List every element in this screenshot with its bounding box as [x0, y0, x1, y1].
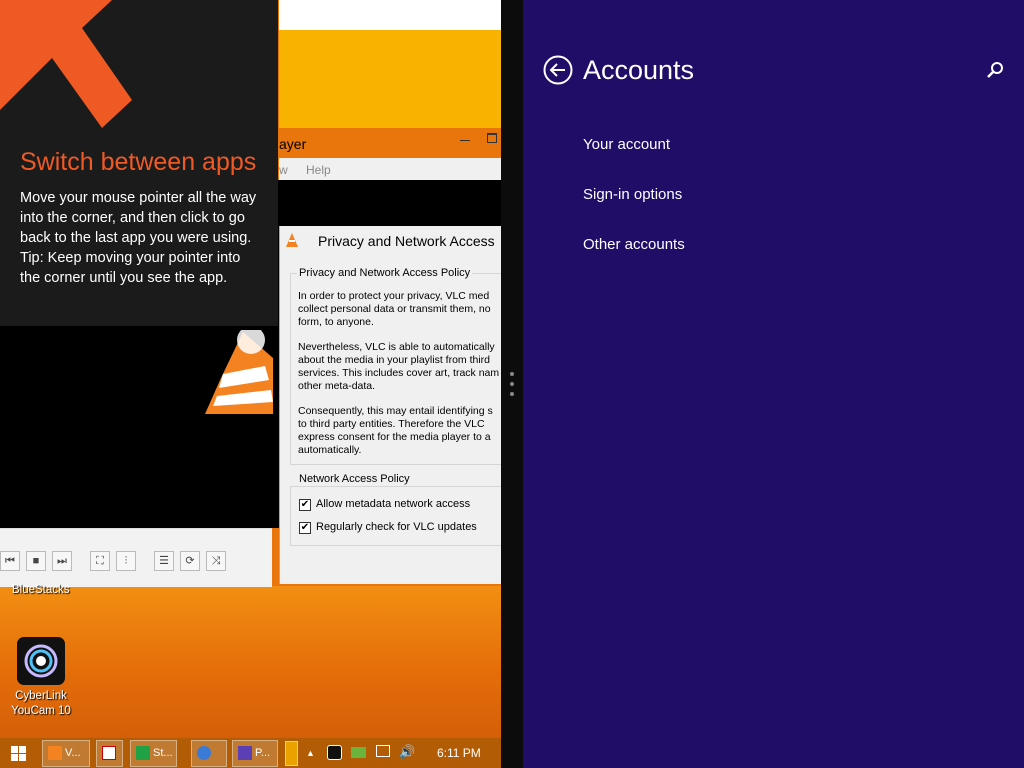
extended-settings-button[interactable]: ⫶: [116, 551, 136, 571]
taskbar-vlc-label: V...: [65, 747, 81, 759]
fullscreen-button[interactable]: ⛶: [90, 551, 110, 571]
nav-other-accounts[interactable]: Other accounts: [583, 236, 685, 253]
back-arrow-icon[interactable]: [543, 55, 573, 85]
privacy-policy-group-label: Privacy and Network Access Policy: [297, 267, 473, 279]
menu-help[interactable]: Help: [306, 163, 331, 177]
bluestacks-tray-icon[interactable]: [351, 747, 366, 758]
menu-view[interactable]: w: [279, 163, 288, 177]
vlc-window-title: ayer: [279, 136, 307, 152]
policy-paragraph-3: Consequently, this may entail identifyin…: [298, 405, 493, 456]
youcam-label-line2: YouCam 10: [11, 705, 71, 717]
network-policy-group-label: Network Access Policy: [297, 473, 412, 485]
divider-grip-dot: [510, 392, 514, 396]
vlc-titlebar[interactable]: [279, 0, 501, 30]
vlc-updates-checkbox[interactable]: ✔: [299, 522, 311, 534]
wallpaper-bottom: [0, 586, 501, 738]
taskbar-u-app-button[interactable]: [96, 740, 123, 767]
stop-button[interactable]: ■: [26, 551, 46, 571]
vlc-icon: [286, 233, 298, 247]
minimize-button[interactable]: [460, 140, 470, 141]
bluestacks-taskbar-icon[interactable]: [285, 741, 298, 766]
maximize-button[interactable]: [487, 133, 497, 143]
taskbar-store-button[interactable]: St...: [130, 740, 177, 767]
privacy-policy-text: In order to protect your privacy, VLC me…: [298, 290, 501, 469]
shuffle-button[interactable]: ⤨: [206, 551, 226, 571]
taskbar-pc-settings-button[interactable]: P...: [232, 740, 278, 767]
network-policy-group: [290, 486, 502, 546]
store-icon: [136, 746, 150, 761]
show-hidden-icons-icon[interactable]: ▲: [306, 748, 315, 758]
brightness-icon: [197, 746, 211, 761]
taskbar-vlc-button[interactable]: V...: [42, 740, 90, 767]
tip-body: Move your mouse pointer all the way into…: [20, 188, 260, 288]
tip-hint: Tip: Keep moving your pointer into the c…: [20, 250, 241, 286]
dialog-title: Privacy and Network Access: [318, 233, 495, 249]
accounts-settings-pane: [523, 0, 1024, 768]
search-icon[interactable]: [985, 60, 1005, 80]
youcam-desktop-label[interactable]: CyberLink YouCam 10: [8, 689, 74, 719]
next-button[interactable]: ⏭: [52, 551, 72, 571]
taskbar-store-label: St...: [153, 747, 173, 759]
tip-title: Switch between apps: [20, 148, 257, 176]
policy-paragraph-2: Nevertheless, VLC is able to automatical…: [298, 341, 500, 392]
playlist-button[interactable]: ☰: [154, 551, 174, 571]
page-title: Accounts: [583, 55, 695, 85]
tip-instruction: Move your mouse pointer all the way into…: [20, 190, 257, 246]
app-u-icon: [102, 746, 116, 761]
vlc-updates-label[interactable]: Regularly check for VLC updates: [316, 521, 477, 533]
metadata-access-checkbox[interactable]: ✔: [299, 499, 311, 511]
nav-sign-in-options[interactable]: Sign-in options: [583, 186, 682, 203]
policy-paragraph-1: In order to protect your privacy, VLC me…: [298, 290, 491, 328]
youcam-icon[interactable]: [17, 637, 65, 685]
loop-button[interactable]: ⟳: [180, 551, 200, 571]
volume-icon[interactable]: 🔊: [399, 744, 415, 760]
divider-grip-dot: [510, 372, 514, 376]
network-icon[interactable]: [376, 745, 390, 757]
divider-grip-dot: [510, 382, 514, 386]
taskbar-clock[interactable]: 6:11 PM: [437, 746, 481, 760]
taskbar-settings-label: P...: [255, 747, 271, 759]
app-tray-icon[interactable]: [327, 745, 342, 760]
windows-start-icon[interactable]: [11, 746, 26, 761]
vlc-cone-icon: [205, 330, 273, 414]
taskbar-brightness-button[interactable]: [191, 740, 227, 767]
vlc-icon: [48, 746, 62, 761]
previous-button[interactable]: ⏮: [0, 551, 20, 571]
arrow-up-left-icon: [0, 0, 132, 128]
settings-icon: [238, 746, 252, 761]
youcam-label-line1: CyberLink: [15, 690, 67, 702]
metadata-access-label[interactable]: Allow metadata network access: [316, 498, 470, 510]
bluestacks-desktop-label[interactable]: BlueStacks: [12, 584, 70, 596]
nav-your-account[interactable]: Your account: [583, 136, 670, 153]
